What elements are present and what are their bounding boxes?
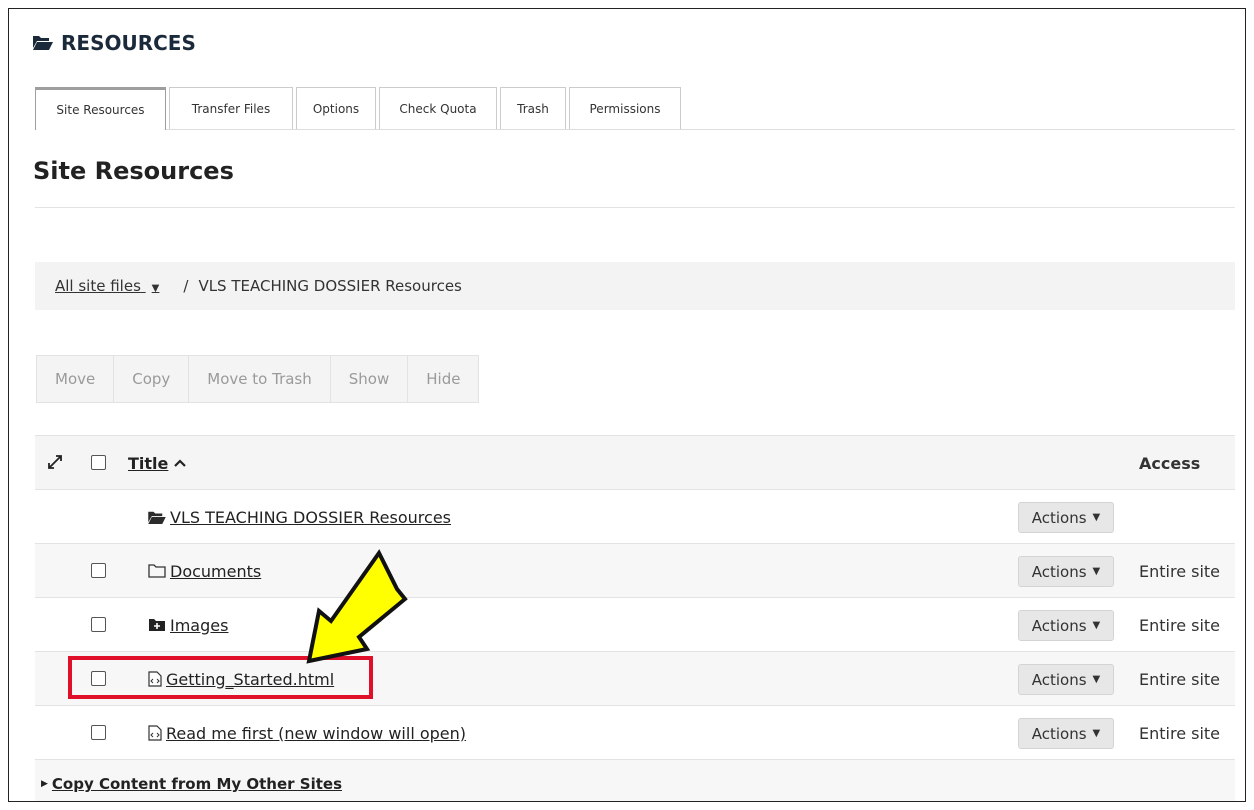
row-checkbox[interactable] bbox=[91, 725, 106, 740]
all-site-files-link[interactable]: All site files ▼ bbox=[55, 277, 159, 295]
tab-trash[interactable]: Trash bbox=[500, 87, 566, 129]
html-file-icon bbox=[148, 725, 162, 741]
tab-site-resources[interactable]: Site Resources bbox=[35, 87, 166, 130]
row-checkbox[interactable] bbox=[91, 563, 106, 578]
callout-arrow-icon bbox=[306, 549, 408, 664]
show-button[interactable]: Show bbox=[331, 356, 409, 402]
page-title: Site Resources bbox=[33, 157, 234, 185]
caret-down-icon: ▼ bbox=[151, 283, 160, 294]
tool-title: RESOURCES bbox=[33, 31, 196, 55]
table-header-row: Title Access bbox=[35, 435, 1235, 489]
resource-link[interactable]: Read me first (new window will open) bbox=[166, 724, 466, 743]
resource-link[interactable]: Documents bbox=[170, 562, 261, 581]
title-sort-header[interactable]: Title bbox=[128, 436, 187, 490]
tab-transfer-files[interactable]: Transfer Files bbox=[169, 87, 293, 129]
caret-down-icon: ▼ bbox=[1092, 728, 1101, 739]
breadcrumb-current: VLS TEACHING DOSSIER Resources bbox=[198, 277, 462, 295]
divider bbox=[35, 207, 1235, 208]
resources-tool-frame: RESOURCES Site Resources Transfer Files … bbox=[8, 8, 1246, 802]
chevron-up-icon bbox=[174, 458, 187, 468]
tool-title-text: RESOURCES bbox=[61, 31, 196, 55]
row-checkbox[interactable] bbox=[91, 617, 106, 632]
tab-check-quota[interactable]: Check Quota bbox=[379, 87, 497, 129]
caret-down-icon: ▼ bbox=[1092, 512, 1101, 523]
move-button[interactable]: Move bbox=[37, 356, 115, 402]
actions-dropdown[interactable]: Actions ▼ bbox=[1018, 718, 1114, 749]
access-value: Entire site bbox=[1139, 723, 1221, 743]
caret-right-icon: ▶ bbox=[41, 779, 48, 789]
copy-content-link[interactable]: Copy Content from My Other Sites bbox=[52, 775, 342, 793]
tab-bar: Site Resources Transfer Files Options Ch… bbox=[35, 87, 1235, 130]
caret-down-icon: ▼ bbox=[1092, 566, 1101, 577]
access-value: Entire site bbox=[1139, 669, 1221, 689]
folder-plus-icon bbox=[148, 618, 166, 632]
action-toolbar: Move Copy Move to Trash Show Hide bbox=[36, 355, 480, 403]
table-row: Read me first (new window will open) Act… bbox=[35, 705, 1235, 759]
tab-options[interactable]: Options bbox=[296, 87, 376, 129]
actions-dropdown[interactable]: Actions ▼ bbox=[1018, 610, 1114, 641]
breadcrumb-separator: / bbox=[183, 277, 189, 295]
resource-link[interactable]: VLS TEACHING DOSSIER Resources bbox=[170, 508, 451, 527]
select-all-checkbox[interactable] bbox=[91, 455, 106, 470]
copy-button[interactable]: Copy bbox=[114, 356, 190, 402]
actions-dropdown[interactable]: Actions ▼ bbox=[1018, 556, 1114, 587]
breadcrumb: All site files ▼ / VLS TEACHING DOSSIER … bbox=[35, 262, 1235, 310]
tab-permissions[interactable]: Permissions bbox=[569, 87, 681, 129]
actions-dropdown[interactable]: Actions ▼ bbox=[1018, 502, 1114, 533]
resource-link[interactable]: Images bbox=[170, 616, 228, 635]
folder-open-icon bbox=[33, 31, 53, 55]
hide-button[interactable]: Hide bbox=[408, 356, 478, 402]
access-header: Access bbox=[1139, 453, 1201, 473]
actions-dropdown[interactable]: Actions ▼ bbox=[1018, 664, 1114, 695]
folder-open-icon bbox=[148, 510, 166, 524]
table-row: VLS TEACHING DOSSIER Resources Actions ▼ bbox=[35, 489, 1235, 543]
access-value: Entire site bbox=[1139, 615, 1221, 635]
move-to-trash-button[interactable]: Move to Trash bbox=[189, 356, 331, 402]
table-row: Documents Actions ▼ Entire site bbox=[35, 543, 1235, 597]
folder-outline-icon bbox=[148, 564, 166, 578]
access-value: Entire site bbox=[1139, 561, 1221, 581]
caret-down-icon: ▼ bbox=[1092, 620, 1101, 631]
table-row: Images Actions ▼ Entire site bbox=[35, 597, 1235, 651]
caret-down-icon: ▼ bbox=[1092, 674, 1101, 685]
expand-icon[interactable] bbox=[47, 454, 63, 474]
copy-content-row: ▶ Copy Content from My Other Sites bbox=[35, 759, 1235, 801]
